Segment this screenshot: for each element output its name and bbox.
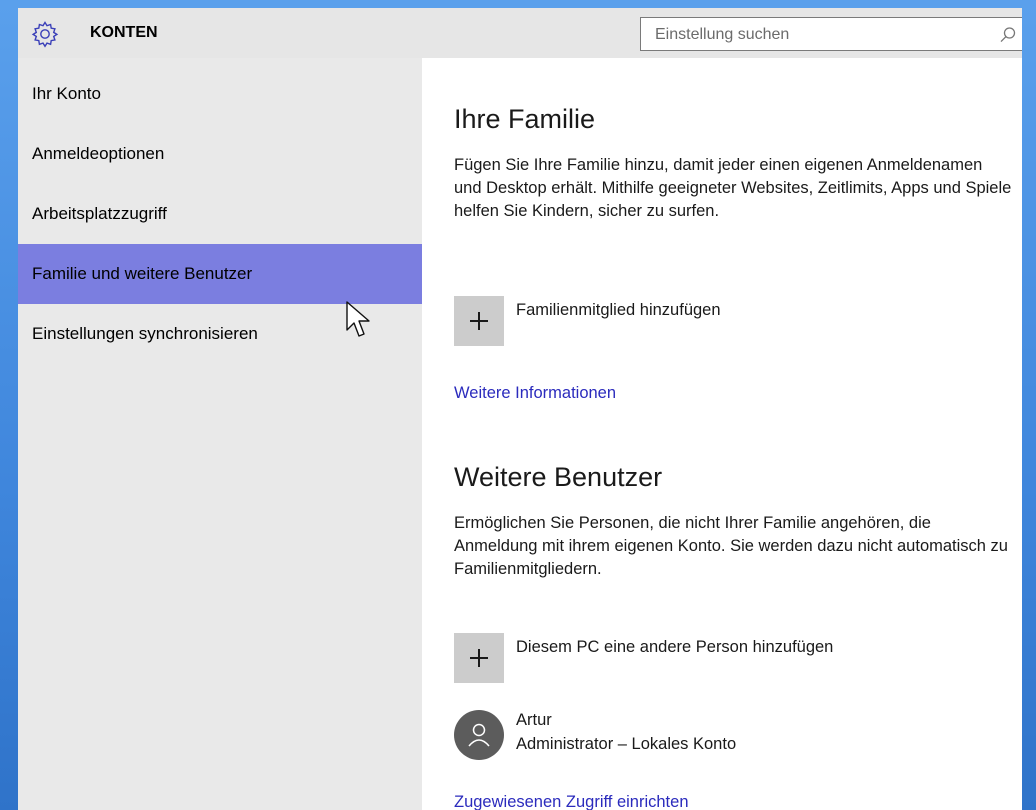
settings-window: KONTEN Einstellung suchen Ihr Konto Anme… [18,8,1022,810]
sidebar-item-ihr-konto[interactable]: Ihr Konto [18,64,422,124]
gear-icon [31,21,59,48]
sidebar-item-familie[interactable]: Familie und weitere Benutzer [18,244,422,304]
main-content: Ihre Familie Fügen Sie Ihre Familie hinz… [422,58,1022,810]
user-role: Administrator – Lokales Konto [516,735,737,753]
mouse-cursor-icon [346,301,370,337]
add-family-member-label[interactable]: Familienmitglied hinzufügen [516,301,721,320]
other-users-heading: Weitere Benutzer [454,462,663,492]
search-input[interactable]: Einstellung suchen [640,17,1022,51]
plus-icon-stroke [478,312,480,330]
plus-icon-stroke [478,649,480,667]
sidebar-item-label: Familie und weitere Benutzer [32,264,253,283]
sidebar-item-arbeitsplatzzugriff[interactable]: Arbeitsplatzzugriff [18,184,422,244]
other-users-description: Ermöglichen Sie Personen, die nicht Ihre… [454,514,1008,578]
sidebar-item-label: Arbeitsplatzzugriff [32,204,167,223]
page-title: KONTEN [90,24,158,41]
user-name[interactable]: Artur [516,711,552,730]
family-description: Fügen Sie Ihre Familie hinzu, damit jede… [454,156,1012,220]
sidebar: Ihr Konto Anmeldeoptionen Arbeitsplatzzu… [18,58,422,810]
add-other-person-button[interactable] [454,633,504,683]
more-info-link[interactable]: Weitere Informationen [454,384,616,403]
search-icon[interactable] [997,24,1019,46]
sidebar-item-label: Ihr Konto [32,84,101,103]
sidebar-item-label: Einstellungen synchronisieren [32,324,258,343]
sidebar-item-anmeldeoptionen[interactable]: Anmeldeoptionen [18,124,422,184]
add-family-member-button[interactable] [454,296,504,346]
assigned-access-link[interactable]: Zugewiesenen Zugriff einrichten [454,793,689,810]
add-other-person-label[interactable]: Diesem PC eine andere Person hinzufügen [516,638,833,657]
title-bar: KONTEN Einstellung suchen [18,8,1022,58]
sidebar-item-label: Anmeldeoptionen [32,144,165,163]
search-placeholder: Einstellung suchen [655,26,790,43]
family-heading: Ihre Familie [454,104,596,134]
avatar[interactable] [454,710,504,760]
user-icon [468,723,490,747]
